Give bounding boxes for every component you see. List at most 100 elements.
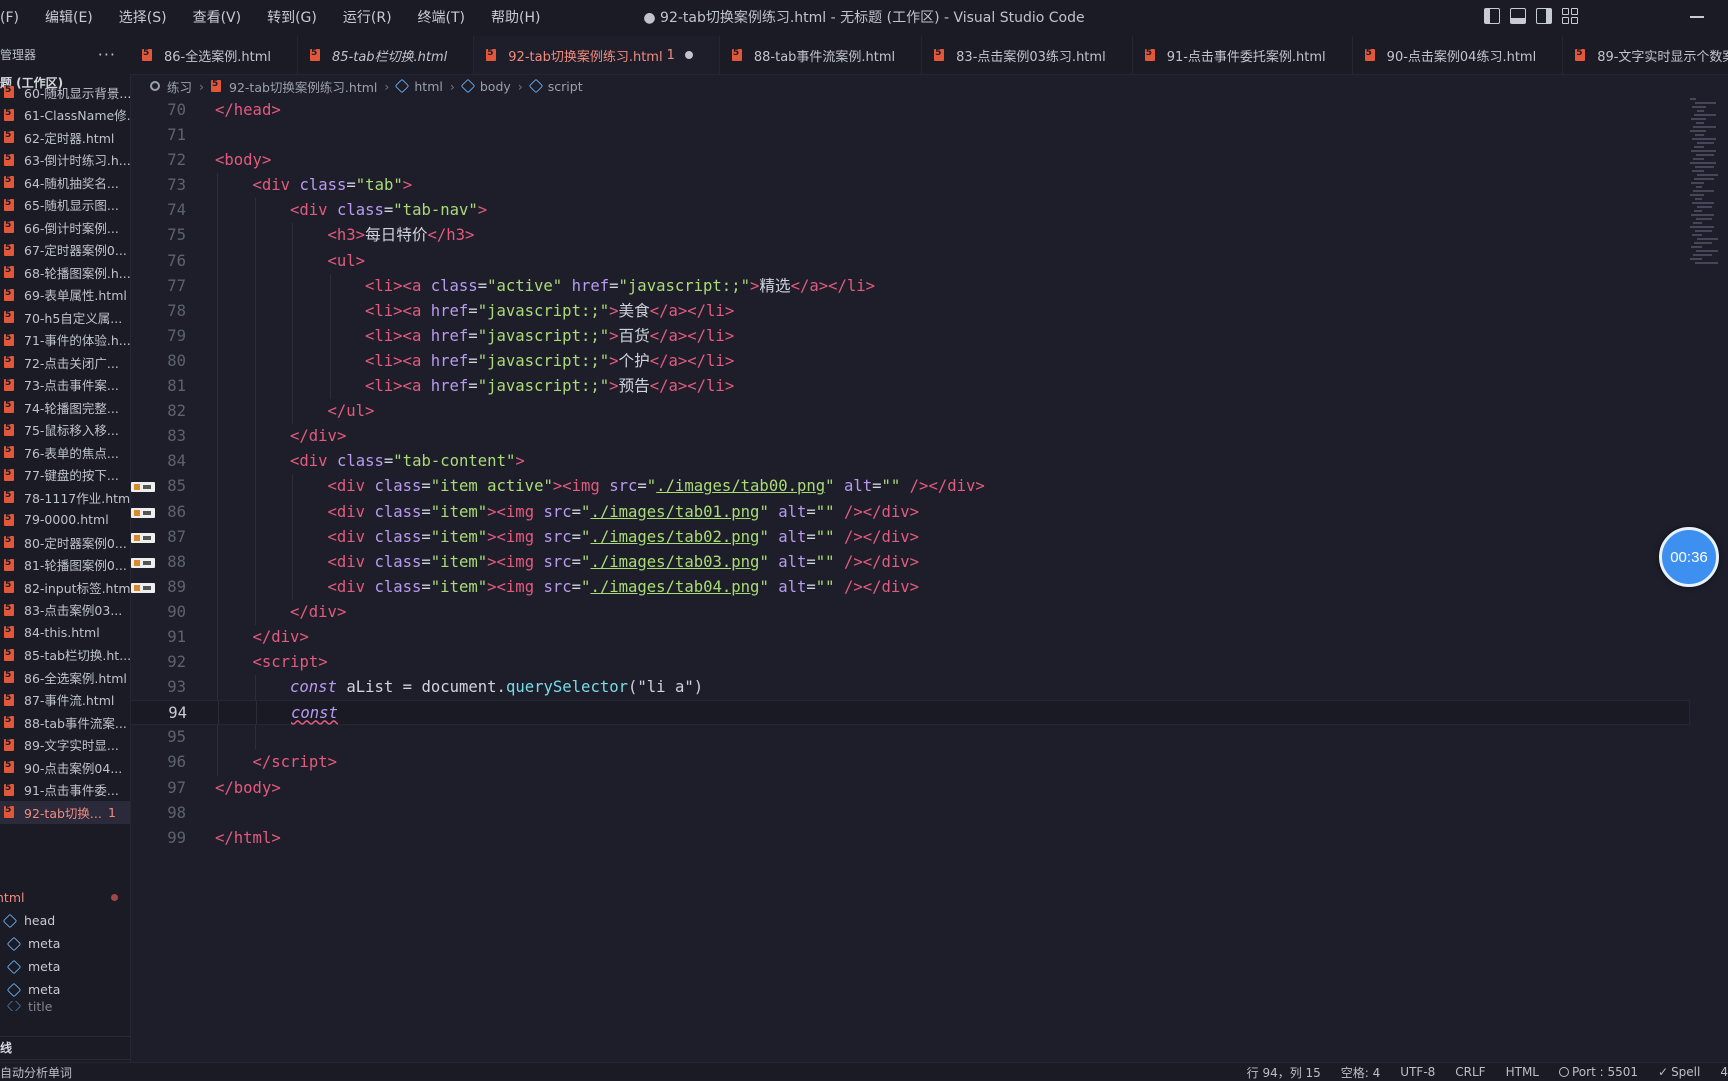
file-item[interactable]: 85-tab栏切换.ht... xyxy=(0,644,130,667)
toggle-secondary-sidebar-icon[interactable] xyxy=(1536,8,1552,24)
file-item[interactable]: 63-倒计时练习.h... xyxy=(0,149,130,172)
breadcrumb-item[interactable]: script xyxy=(528,79,583,94)
more-actions-icon[interactable]: ··· xyxy=(98,45,116,64)
end-of-line[interactable]: CRLF xyxy=(1455,1065,1485,1079)
code-line[interactable]: 71 xyxy=(130,123,1690,148)
editor-tab[interactable]: 92-tab切换案例练习.html1 xyxy=(474,36,720,74)
code-line[interactable]: 73 <div class="tab"> xyxy=(130,173,1690,199)
minimap[interactable] xyxy=(1690,98,1718,288)
code-line[interactable]: 76 <ul> xyxy=(130,248,1690,274)
code-line[interactable]: 89 <div class="item"><img src="./images/t… xyxy=(130,574,1690,600)
outline-item[interactable]: meta xyxy=(4,978,130,1001)
editor-tab[interactable]: 85-tab栏切换.html xyxy=(298,36,475,74)
file-item[interactable]: 65-随机显示图... xyxy=(0,194,130,217)
editor-tab[interactable]: 88-tab事件流案例.html xyxy=(720,36,923,74)
file-item[interactable]: 67-定时器案例0... xyxy=(0,239,130,262)
status-left[interactable]: 自动分析单词 xyxy=(0,1064,72,1081)
code-line[interactable]: 81 <li><a href="javascript:;">预告</a></li> xyxy=(130,374,1690,400)
file-item[interactable]: 73-点击事件案... xyxy=(0,374,130,397)
code-line[interactable]: 99 </html> xyxy=(130,826,1690,851)
file-item[interactable]: 72-点击关闭广... xyxy=(0,351,130,374)
outline-item[interactable]: meta xyxy=(4,932,130,955)
editor-tab[interactable]: 83-点击案例03练习.html xyxy=(922,36,1133,74)
menu-item[interactable]: 编辑(E) xyxy=(32,0,106,36)
editor-tab[interactable]: 86-全选案例.html xyxy=(130,36,298,74)
editor-tab[interactable]: 89-文字实时显示个数案例.html xyxy=(1563,36,1728,74)
outline-item[interactable]: title xyxy=(4,1001,130,1011)
code-line[interactable]: 90 </div> xyxy=(130,599,1690,625)
file-item[interactable]: 92-tab切换... 1 xyxy=(0,801,130,824)
file-item[interactable]: 91-点击事件委... xyxy=(0,779,130,802)
code-line[interactable]: 98 xyxy=(130,801,1690,826)
file-item[interactable]: 87-事件流.html xyxy=(0,689,130,712)
editor-tab[interactable]: 90-点击案例04练习.html xyxy=(1353,36,1564,74)
file-item[interactable]: 79-0000.html xyxy=(0,509,130,532)
code-line[interactable]: 84 <div class="tab-content"> xyxy=(130,449,1690,475)
code-line[interactable]: 93 const aList = document.querySelector("… xyxy=(130,675,1690,701)
code-line[interactable]: 70 </head> xyxy=(130,98,1690,123)
breadcrumb-item[interactable]: 练习 xyxy=(150,77,192,96)
code-line[interactable]: 88 <div class="item"><img src="./images/t… xyxy=(130,549,1690,575)
file-item[interactable]: 71-事件的体验.h... xyxy=(0,329,130,352)
code-line[interactable]: 75 <h3>每日特价</h3> xyxy=(130,223,1690,249)
menu-item[interactable]: 转到(G) xyxy=(254,0,330,36)
spell-check[interactable]: ✓ Spell xyxy=(1658,1065,1700,1079)
menu-item[interactable]: 查看(V) xyxy=(180,0,255,36)
file-item[interactable]: 82-input标签.html xyxy=(0,576,130,599)
file-item[interactable]: 68-轮播图案例.h... xyxy=(0,261,130,284)
minimize-window-icon[interactable] xyxy=(1690,16,1704,18)
code-line[interactable]: 92 <script> xyxy=(130,650,1690,676)
file-item[interactable]: 77-键盘的按下... xyxy=(0,464,130,487)
file-item[interactable]: 80-定时器案例0... xyxy=(0,531,130,554)
breadcrumb-item[interactable]: html xyxy=(395,79,443,94)
code-line[interactable]: 74 <div class="tab-nav"> xyxy=(130,198,1690,224)
customize-layout-icon[interactable] xyxy=(1562,8,1578,24)
code-line[interactable]: 79 <li><a href="javascript:;">百货</a></li> xyxy=(130,323,1690,349)
file-item[interactable]: 78-1117作业.html xyxy=(0,486,130,509)
live-server-port[interactable]: Port : 5501 xyxy=(1559,1065,1638,1079)
file-item[interactable]: 75-鼠标移入移... xyxy=(0,419,130,442)
outline-item[interactable]: html xyxy=(0,886,130,909)
sidebar-section-header[interactable]: 线 xyxy=(0,1036,130,1059)
code-line[interactable]: 83 </div> xyxy=(130,424,1690,450)
unsaved-dot-icon[interactable] xyxy=(684,51,693,59)
file-item[interactable]: 76-表单的焦点... xyxy=(0,441,130,464)
code-line[interactable]: 77 <li><a class="active" href="javascript… xyxy=(130,273,1690,299)
file-item[interactable]: 74-轮播图完整... xyxy=(0,396,130,419)
file-item[interactable]: 69-表单属性.html xyxy=(0,284,130,307)
encoding[interactable]: UTF-8 xyxy=(1400,1065,1435,1079)
status-extra[interactable]: 4 xyxy=(1720,1065,1728,1079)
indent-setting[interactable]: 空格: 4 xyxy=(1341,1064,1381,1081)
file-item[interactable]: 64-随机抽奖名... xyxy=(0,171,130,194)
code-line[interactable]: 97 </body> xyxy=(130,776,1690,801)
file-item[interactable]: 70-h5自定义属... xyxy=(0,306,130,329)
code-line[interactable]: 78 <li><a href="javascript:;">美食</a></li> xyxy=(130,298,1690,324)
recording-timer[interactable]: 00:36 xyxy=(1659,527,1719,587)
menu-item[interactable]: 帮助(H) xyxy=(478,0,553,36)
breadcrumb-item[interactable]: body xyxy=(460,79,511,94)
code-line[interactable]: 87 <div class="item"><img src="./images/t… xyxy=(130,524,1690,550)
file-item[interactable]: 84-this.html xyxy=(0,621,130,644)
code-line[interactable]: 95 xyxy=(130,725,1690,751)
code-line[interactable]: 94 const xyxy=(130,700,1690,726)
file-item[interactable]: 61-ClassName修... xyxy=(0,104,130,127)
file-item[interactable]: 89-文字实时显... xyxy=(0,734,130,757)
file-item[interactable]: 66-倒计时案例... xyxy=(0,216,130,239)
menu-item[interactable]: 选择(S) xyxy=(106,0,180,36)
code-editor[interactable]: 70 </head> 71 72 <body> 73 <div class="tab"> 74… xyxy=(130,98,1690,1060)
editor-tab[interactable]: 91-点击事件委托案例.html xyxy=(1133,36,1353,74)
code-line[interactable]: 85 <div class="item active"><img src="./i… xyxy=(130,474,1690,500)
code-line[interactable]: 82 </ul> xyxy=(130,399,1690,425)
file-item[interactable]: 90-点击案例04... xyxy=(0,756,130,779)
outline-item[interactable]: head xyxy=(0,909,130,932)
file-item[interactable]: 60-随机显示背景... xyxy=(0,81,130,104)
file-item[interactable]: 88-tab事件流案... xyxy=(0,711,130,734)
cursor-position[interactable]: 行 94，列 15 xyxy=(1247,1064,1321,1081)
file-item[interactable]: 86-全选案例.html xyxy=(0,666,130,689)
file-item[interactable]: 81-轮播图案例0... xyxy=(0,554,130,577)
file-item[interactable]: 62-定时器.html xyxy=(0,126,130,149)
code-line[interactable]: 96 </script> xyxy=(130,750,1690,776)
menu-item[interactable]: (F) xyxy=(0,0,32,36)
toggle-primary-sidebar-icon[interactable] xyxy=(1484,8,1500,24)
code-line[interactable]: 91 </div> xyxy=(130,624,1690,651)
